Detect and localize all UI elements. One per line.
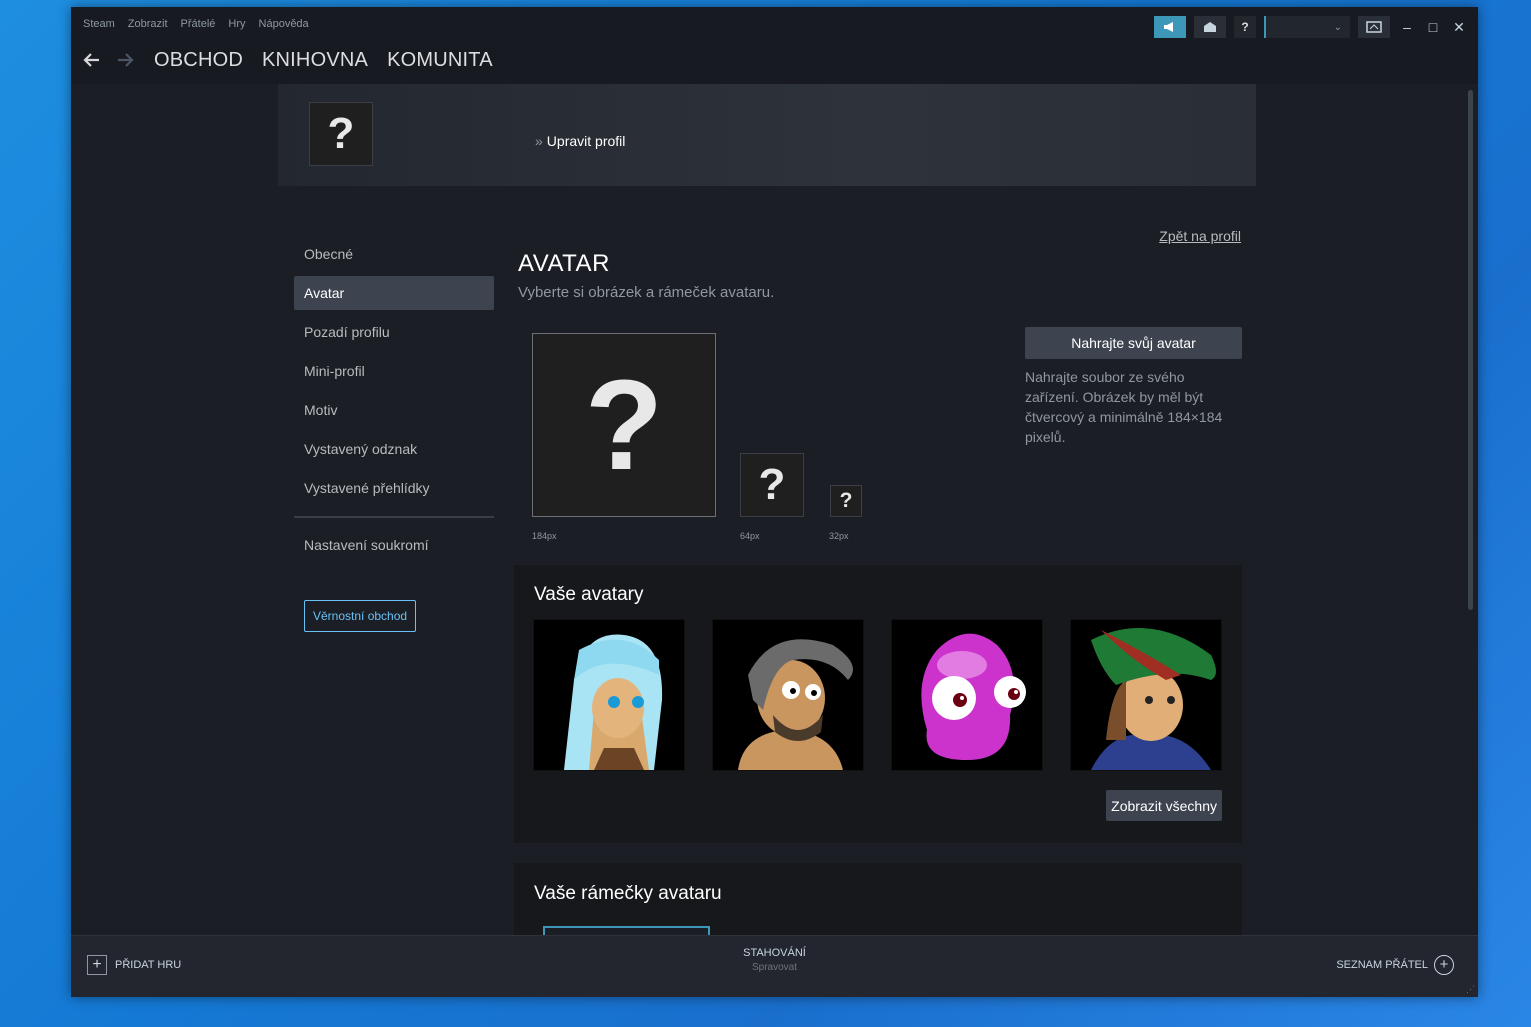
sidebar-item-showcases[interactable]: Vystavené přehlídky: [294, 471, 494, 505]
settings-sidebar: Obecné Avatar Pozadí profilu Mini-profil…: [294, 237, 494, 632]
menu-games[interactable]: Hry: [228, 18, 245, 30]
menu-steam[interactable]: Steam: [83, 18, 115, 30]
profile-header: ? » Upravit profil: [278, 84, 1256, 186]
breadcrumb: » Upravit profil: [535, 133, 625, 149]
downloads-manage: Spravovat: [751, 962, 798, 973]
forward-arrow-icon[interactable]: [114, 50, 136, 72]
minimize-icon[interactable]: –: [1398, 19, 1416, 35]
avatar-preview-medium: ?: [740, 453, 804, 517]
sidebar-divider: [294, 516, 494, 518]
resize-grip-icon[interactable]: ⋰: [1466, 984, 1475, 995]
page-subtitle: Vyberte si obrázek a rámeček avataru.: [518, 284, 775, 301]
menu-view[interactable]: Zobrazit: [128, 18, 168, 30]
tab-store[interactable]: OBCHOD: [154, 49, 243, 72]
page-title: AVATAR: [518, 250, 610, 277]
chevron-down-icon: ⌄: [1333, 21, 1342, 33]
size-label-32: 32px: [829, 531, 849, 541]
add-friend-icon: +: [1434, 955, 1454, 975]
scrollbar[interactable]: [1463, 84, 1478, 936]
menu-help[interactable]: Nápověda: [259, 18, 309, 30]
size-label-184: 184px: [532, 531, 557, 541]
menu-friends[interactable]: Přátelé: [181, 18, 216, 30]
titlebar-controls: ? ⌄ – □ ✕: [1154, 16, 1468, 38]
avatar-thumb-2[interactable]: [712, 619, 864, 771]
friends-list-button[interactable]: SEZNAM PŘÁTEL +: [1336, 955, 1454, 975]
help-icon[interactable]: ?: [1234, 16, 1256, 38]
main-nav: OBCHOD KNIHOVNA KOMUNITA: [81, 49, 512, 72]
maximize-icon[interactable]: □: [1424, 19, 1442, 35]
header-avatar[interactable]: ?: [309, 102, 373, 166]
size-label-64: 64px: [740, 531, 760, 541]
top-bar: Steam Zobrazit Přátelé Hry Nápověda OBCH…: [71, 7, 1478, 84]
breadcrumb-edit-profile: Upravit profil: [546, 133, 626, 149]
upload-description: Nahrajte soubor ze svého zařízení. Obráz…: [1025, 369, 1223, 445]
avatar-thumb-3[interactable]: [891, 619, 1043, 771]
bottom-bar: + PŘIDAT HRU STAHOVÁNÍ Spravovat SEZNAM …: [71, 935, 1478, 997]
downloads-label: STAHOVÁNÍ: [743, 947, 806, 959]
sidebar-item-privacy[interactable]: Nastavení soukromí: [294, 528, 494, 562]
your-frames-title: Vaše rámečky avataru: [534, 883, 722, 904]
your-frames-panel: Vaše rámečky avataru: [514, 863, 1242, 936]
avatar-preview-small: ?: [830, 485, 862, 517]
page-content: ? » Upravit profil Zpět na profil Obecné …: [71, 84, 1463, 936]
downloads-status[interactable]: STAHOVÁNÍ Spravovat: [71, 947, 1478, 973]
sidebar-item-avatar[interactable]: Avatar: [294, 276, 494, 310]
avatar-section: AVATAR Vyberte si obrázek a rámeček avat…: [518, 234, 1246, 541]
your-avatars-panel: Vaše avatary Zobrazit všechny: [514, 565, 1242, 843]
menu-bar: Steam Zobrazit Přátelé Hry Nápověda: [83, 18, 309, 30]
sidebar-item-mini-profile[interactable]: Mini-profil: [294, 354, 494, 388]
avatar-preview-large: ?: [532, 333, 716, 517]
points-shop-button[interactable]: Věrnostní obchod: [304, 600, 417, 632]
sidebar-item-theme[interactable]: Motiv: [294, 393, 494, 427]
sidebar-item-featured-badge[interactable]: Vystavený odznak: [294, 432, 494, 466]
notifications-icon[interactable]: [1194, 16, 1226, 38]
your-avatars-title: Vaše avatary: [534, 584, 644, 605]
back-arrow-icon[interactable]: [81, 50, 103, 72]
account-dropdown[interactable]: ⌄: [1264, 16, 1350, 38]
steam-window: Steam Zobrazit Přátelé Hry Nápověda OBCH…: [71, 7, 1478, 997]
big-picture-icon[interactable]: [1358, 16, 1390, 38]
sidebar-item-background[interactable]: Pozadí profilu: [294, 315, 494, 349]
friends-label: SEZNAM PŘÁTEL: [1336, 959, 1428, 971]
show-all-button[interactable]: Zobrazit všechny: [1106, 790, 1222, 821]
avatar-thumb-1[interactable]: [533, 619, 685, 771]
scrollbar-thumb[interactable]: [1468, 90, 1473, 610]
announcement-icon[interactable]: [1154, 16, 1186, 38]
tab-community[interactable]: KOMUNITA: [387, 49, 493, 72]
avatar-thumb-4[interactable]: [1070, 619, 1222, 771]
tab-library[interactable]: KNIHOVNA: [262, 49, 368, 72]
upload-avatar-button[interactable]: Nahrajte svůj avatar: [1025, 327, 1242, 359]
breadcrumb-separator: »: [535, 133, 543, 149]
close-icon[interactable]: ✕: [1450, 19, 1468, 36]
sidebar-item-general[interactable]: Obecné: [294, 237, 494, 271]
